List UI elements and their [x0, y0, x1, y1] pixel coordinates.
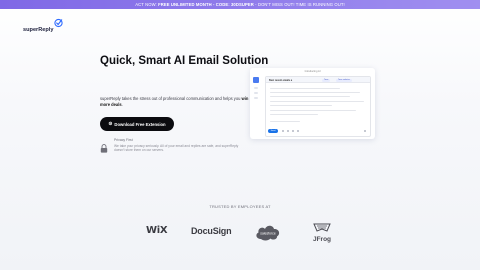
send-button: Send: [268, 129, 278, 133]
docusign-logo: DocuSign: [191, 226, 232, 236]
privacy-title: Privacy First: [114, 138, 133, 142]
desc-tail: .: [121, 102, 123, 108]
salesforce-logo: salesforce: [256, 225, 280, 241]
hero-description: superReply takes the stress out of profe…: [100, 96, 250, 108]
trash-icon: [364, 130, 366, 132]
promo-offer: FREE UNLIMITED MONTH - CODE: 30DSUPER: [158, 2, 254, 7]
chrome-icon: ⚙: [108, 121, 113, 126]
text-line: [270, 114, 318, 116]
text-line: [270, 105, 332, 107]
link-icon: [292, 130, 294, 132]
download-extension-button[interactable]: ⚙ Download Free Extension: [100, 117, 174, 131]
sidebar-placeholder: [254, 92, 258, 94]
product-preview: Introducing AI Best recent emails a Tone…: [250, 68, 375, 139]
page-headline: Quick, Smart AI Email Solution: [100, 55, 269, 67]
brand-name: superReply: [23, 27, 54, 33]
promo-lead: ACT NOW:: [135, 2, 159, 7]
text-line: [270, 121, 300, 123]
promo-banner[interactable]: ACT NOW: FREE UNLIMITED MONTH - CODE: 30…: [0, 0, 480, 9]
compose-toolbar: Best recent emails a Tone Tone selector: [266, 77, 370, 83]
jfrog-text: JFrog: [313, 236, 331, 243]
text-line: [270, 88, 340, 90]
app-icon: [253, 77, 259, 83]
tone-selector-chip: Tone selector: [336, 78, 352, 82]
promo-tail: - DON'T MISS OUT! TIME IS RUNNING OUT!: [253, 2, 345, 7]
jfrog-logo: JFrog: [313, 223, 331, 243]
format-icon: [282, 130, 284, 132]
compose-subject: Best recent emails a: [269, 78, 293, 82]
text-line: [270, 101, 364, 103]
sidebar-placeholder: [254, 87, 258, 89]
desc-lead: superReply takes the stress out of profe…: [100, 96, 242, 101]
compose-window: Best recent emails a Tone Tone selector …: [265, 76, 371, 137]
emoji-icon: [297, 130, 299, 132]
text-line: [270, 110, 356, 112]
preview-title: Introducing AI: [304, 70, 321, 73]
sidebar-placeholder: [254, 97, 258, 99]
trusted-by-label: TRUSTED BY EMPLOYEES AT: [209, 204, 271, 209]
privacy-note: Privacy First We take your privacy serio…: [100, 138, 250, 162]
check-badge-icon: [54, 18, 64, 28]
text-line: [270, 96, 350, 98]
salesforce-text: salesforce: [260, 232, 276, 236]
attach-icon: [287, 130, 289, 132]
text-line: [270, 92, 360, 94]
cta-label: Download Free Extension: [114, 121, 166, 127]
brand-logo[interactable]: superReply: [23, 17, 64, 33]
privacy-text: We take your privacy seriously. All of y…: [114, 144, 239, 153]
tone-chip: Tone: [322, 78, 331, 82]
lock-icon: [100, 144, 108, 153]
wix-logo: WiX: [146, 225, 168, 236]
